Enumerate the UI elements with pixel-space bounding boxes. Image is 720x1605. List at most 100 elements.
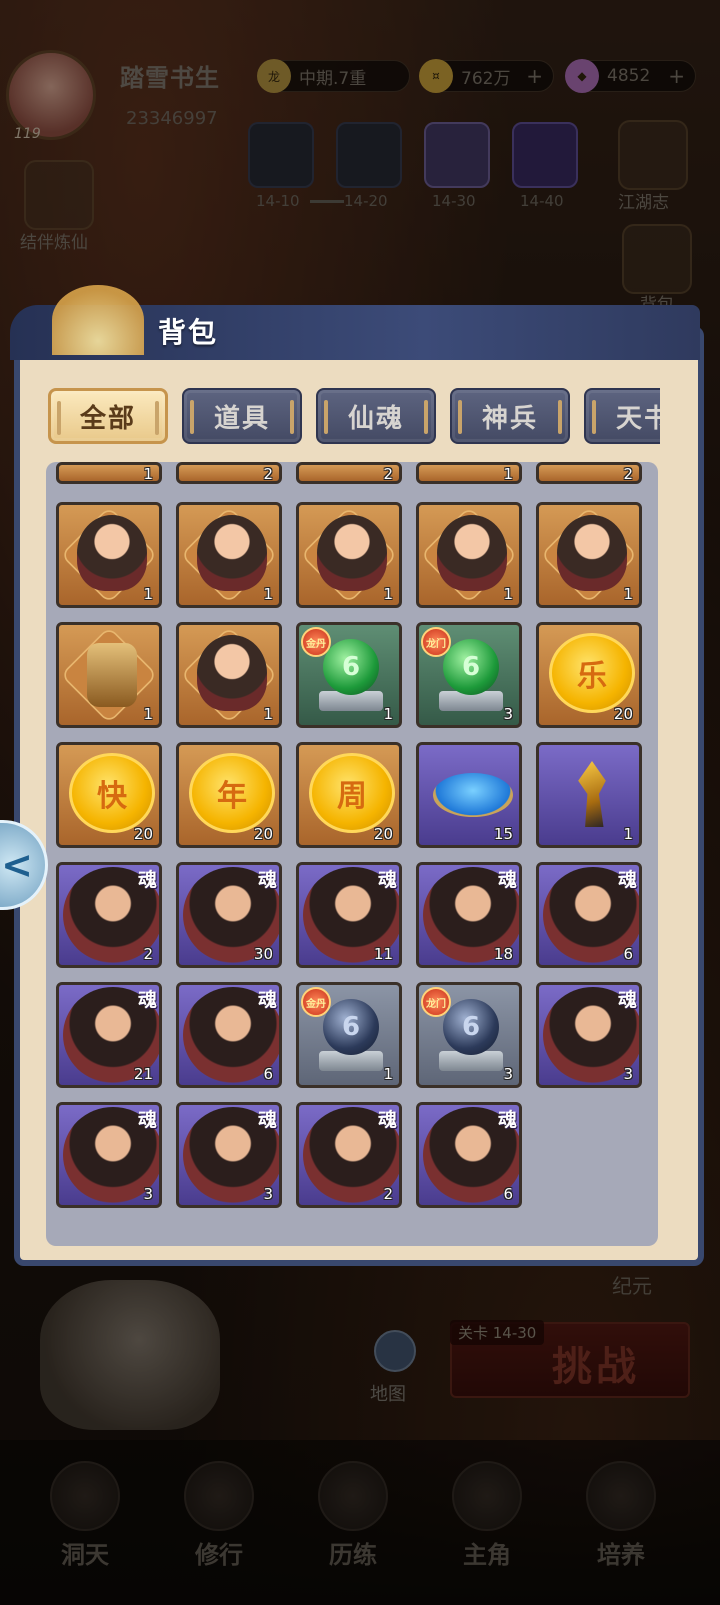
inventory-item[interactable]: 1 xyxy=(296,502,402,608)
tab-all[interactable]: 全部 xyxy=(48,388,168,444)
inventory-item[interactable]: 魂6 xyxy=(176,982,282,1088)
grade-badge: 金丹 xyxy=(301,987,331,1017)
item-count: 3 xyxy=(143,1185,153,1203)
spirit-orb-icon: 6 xyxy=(443,639,499,695)
item-count: 20 xyxy=(253,825,273,843)
inventory-item[interactable]: 魂3 xyxy=(536,982,642,1088)
item-count: 1 xyxy=(143,465,153,483)
soul-tag: 魂 xyxy=(137,989,157,1011)
spirit-orb-icon: 6 xyxy=(323,639,379,695)
gold-coin-icon: 周 xyxy=(309,753,395,833)
tab-label: 仙魂 xyxy=(347,403,404,434)
grade-badge: 金丹 xyxy=(301,627,331,657)
soul-tag: 魂 xyxy=(257,989,277,1011)
item-count: 1 xyxy=(263,705,273,723)
item-count: 30 xyxy=(253,945,273,963)
item-count: 18 xyxy=(493,945,513,963)
item-count: 1 xyxy=(143,585,153,603)
soul-tag: 魂 xyxy=(497,1109,517,1131)
item-count: 2 xyxy=(263,465,273,483)
elder-portrait xyxy=(317,515,387,591)
inventory-item[interactable]: 1 xyxy=(176,502,282,608)
tab-bar: 全部 道具 仙魂 神兵 天书 xyxy=(46,380,660,452)
hero-portrait xyxy=(77,515,147,591)
inventory-item[interactable]: 魂3 xyxy=(176,1102,282,1208)
inventory-item[interactable]: 1 xyxy=(416,502,522,608)
soul-tag: 魂 xyxy=(257,869,277,891)
gold-coin-icon: 乐 xyxy=(549,633,635,713)
inventory-item[interactable]: 魂6 xyxy=(536,862,642,968)
inventory-item[interactable]: 周 20 xyxy=(296,742,402,848)
inventory-item[interactable]: 6 龙门 3 xyxy=(416,622,522,728)
tab-items[interactable]: 道具 xyxy=(182,388,302,444)
soul-tag: 魂 xyxy=(617,989,637,1011)
item-grid[interactable]: 1 2 2 1 2 1 1 1 1 1 1 1 6 金丹 1 6 龙门 3 乐 20 快 20 年 20 周 20 15 1 魂 2 魂 30… xyxy=(46,462,658,1246)
gold-coin-icon: 快 xyxy=(69,753,155,833)
inventory-item[interactable]: 魂2 xyxy=(296,1102,402,1208)
inventory-item-partial[interactable]: 2 xyxy=(296,462,402,484)
monk-portrait xyxy=(197,515,267,591)
inventory-item[interactable]: 魂6 xyxy=(416,1102,522,1208)
divine-weapon-icon xyxy=(578,761,606,827)
item-count: 1 xyxy=(383,1065,393,1083)
item-count: 11 xyxy=(373,945,393,963)
soul-tag: 魂 xyxy=(137,869,157,891)
inventory-item[interactable]: 魂2 xyxy=(56,862,162,968)
inventory-item-partial[interactable]: 2 xyxy=(176,462,282,484)
inventory-item[interactable]: 1 xyxy=(536,502,642,608)
inventory-item[interactable]: 1 xyxy=(56,502,162,608)
item-count: 6 xyxy=(503,1185,513,1203)
soul-tag: 魂 xyxy=(137,1109,157,1131)
inventory-item[interactable]: 魂 21 xyxy=(56,982,162,1088)
inventory-item[interactable]: 1 xyxy=(176,622,282,728)
warrior-portrait xyxy=(437,515,507,591)
tab-souls[interactable]: 仙魂 xyxy=(316,388,436,444)
item-count: 3 xyxy=(263,1185,273,1203)
inventory-item-partial[interactable]: 1 xyxy=(416,462,522,484)
inventory-item[interactable]: 6 金丹 1 xyxy=(296,622,402,728)
modal-title: 背包 xyxy=(158,316,219,349)
soul-tag: 魂 xyxy=(377,1109,397,1131)
item-count: 2 xyxy=(383,465,393,483)
item-count: 6 xyxy=(623,945,633,963)
soul-tag: 魂 xyxy=(497,869,517,891)
tab-label: 道具 xyxy=(213,403,270,434)
inventory-item[interactable]: 魂 18 xyxy=(416,862,522,968)
inventory-item[interactable]: 6 龙门 3 xyxy=(416,982,522,1088)
item-count: 3 xyxy=(503,705,513,723)
grade-badge: 龙门 xyxy=(421,627,451,657)
inventory-item[interactable]: 乐 20 xyxy=(536,622,642,728)
inventory-item[interactable]: 1 xyxy=(536,742,642,848)
item-count: 15 xyxy=(493,825,513,843)
item-count: 1 xyxy=(503,585,513,603)
item-count: 20 xyxy=(133,825,153,843)
gold-coin-icon: 年 xyxy=(189,753,275,833)
inventory-item-partial[interactable]: 1 xyxy=(56,462,162,484)
inventory-item[interactable]: 年 20 xyxy=(176,742,282,848)
item-count: 1 xyxy=(143,705,153,723)
soul-tag: 魂 xyxy=(257,1109,277,1131)
item-count: 21 xyxy=(133,1065,153,1083)
item-count: 1 xyxy=(503,465,513,483)
inventory-item[interactable]: 魂3 xyxy=(56,1102,162,1208)
tab-label: 神兵 xyxy=(481,403,538,434)
item-count: 1 xyxy=(383,705,393,723)
grade-badge: 龙门 xyxy=(421,987,451,1017)
inventory-item[interactable]: 1 xyxy=(56,622,162,728)
item-count: 1 xyxy=(623,585,633,603)
tab-books[interactable]: 天书 xyxy=(584,388,660,444)
item-count: 20 xyxy=(373,825,393,843)
item-count: 2 xyxy=(143,945,153,963)
item-count: 2 xyxy=(623,465,633,483)
soul-tag: 魂 xyxy=(617,869,637,891)
spirit-orb-icon: 6 xyxy=(323,999,379,1055)
item-count: 6 xyxy=(263,1065,273,1083)
inventory-item[interactable]: 魂 30 xyxy=(176,862,282,968)
item-count: 3 xyxy=(503,1065,513,1083)
inventory-item[interactable]: 15 xyxy=(416,742,522,848)
inventory-item[interactable]: 快 20 xyxy=(56,742,162,848)
inventory-item-partial[interactable]: 2 xyxy=(536,462,642,484)
inventory-item[interactable]: 6 金丹 1 xyxy=(296,982,402,1088)
inventory-item[interactable]: 魂 11 xyxy=(296,862,402,968)
tab-weapons[interactable]: 神兵 xyxy=(450,388,570,444)
